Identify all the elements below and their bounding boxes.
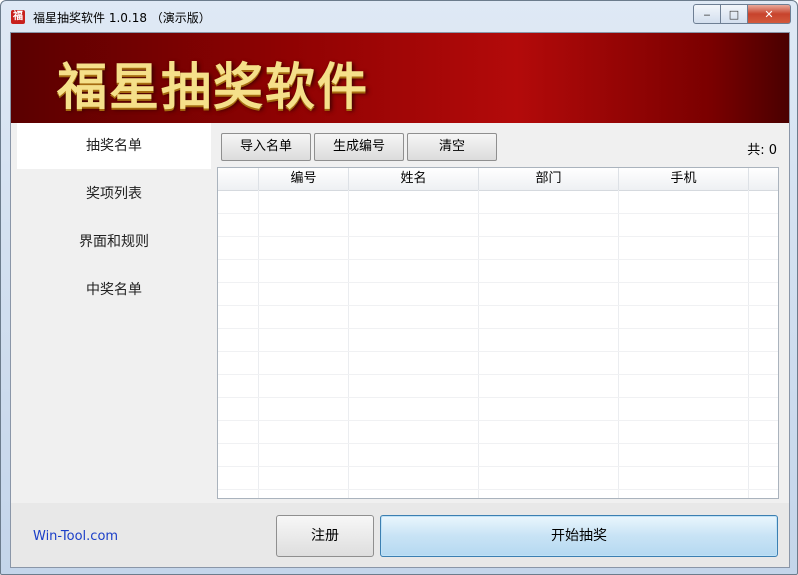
generate-numbers-button[interactable]: 生成编号 [314,133,404,161]
sidebar-item-ui-rules[interactable]: 界面和规则 [17,219,211,265]
sidebar-item-winners[interactable]: 中奖名单 [17,267,211,313]
column-header-department[interactable]: 部门 [479,168,619,190]
grid-row-line [218,397,778,398]
window-title: 福星抽奖软件 1.0.18 （演示版） [33,11,211,25]
start-draw-button[interactable]: 开始抽奖 [380,515,778,557]
import-list-button[interactable]: 导入名单 [221,133,311,161]
grid-row-line [218,305,778,306]
grid-row-line [218,282,778,283]
close-button[interactable]: ✕ [748,4,791,24]
column-header-number[interactable]: 编号 [259,168,349,190]
grid-row-line [218,259,778,260]
banner-title: 福星抽奖软件 [57,58,369,116]
total-count: 共: 0 [747,143,777,158]
caption-buttons: ‒ □ ✕ [693,4,791,24]
grid-row-line [218,328,778,329]
grid-row-line [218,466,778,467]
clear-button[interactable]: 清空 [407,133,497,161]
grid-row-line [218,213,778,214]
table-header: 编号 姓名 部门 手机 [218,168,778,191]
close-icon: ✕ [764,7,774,21]
sidebar-item-prizes[interactable]: 奖项列表 [17,171,211,217]
banner: 福星抽奖软件 [11,33,789,123]
minimize-button[interactable]: ‒ [693,4,721,24]
register-button[interactable]: 注册 [276,515,374,557]
client-area: 福星抽奖软件 抽奖名单 奖项列表 界面和规则 中奖名单 导入名单 生成编号 清空… [10,32,790,568]
maximize-button[interactable]: □ [721,4,748,24]
sidebar: 抽奖名单 奖项列表 界面和规则 中奖名单 [11,123,211,503]
app-icon: 福 [11,10,25,24]
grid-row-line [218,236,778,237]
grid-row-line [218,351,778,352]
minimize-icon: ‒ [703,7,711,21]
grid-row-line [218,489,778,490]
column-header-phone[interactable]: 手机 [619,168,749,190]
participants-table[interactable]: 编号 姓名 部门 手机 [217,167,779,499]
website-link[interactable]: Win-Tool.com [33,529,118,544]
title-bar[interactable]: 福 福星抽奖软件 1.0.18 （演示版） ‒ □ ✕ [1,1,797,33]
maximize-icon: □ [728,7,740,21]
grid-row-line [218,420,778,421]
column-header-name[interactable]: 姓名 [349,168,479,190]
sidebar-item-draw-list[interactable]: 抽奖名单 [17,123,211,169]
grid-row-line [218,443,778,444]
app-window: 福 福星抽奖软件 1.0.18 （演示版） ‒ □ ✕ 福星抽奖软件 抽奖名单 … [0,0,798,575]
grid-row-line [218,374,778,375]
column-header-index[interactable] [218,168,259,190]
